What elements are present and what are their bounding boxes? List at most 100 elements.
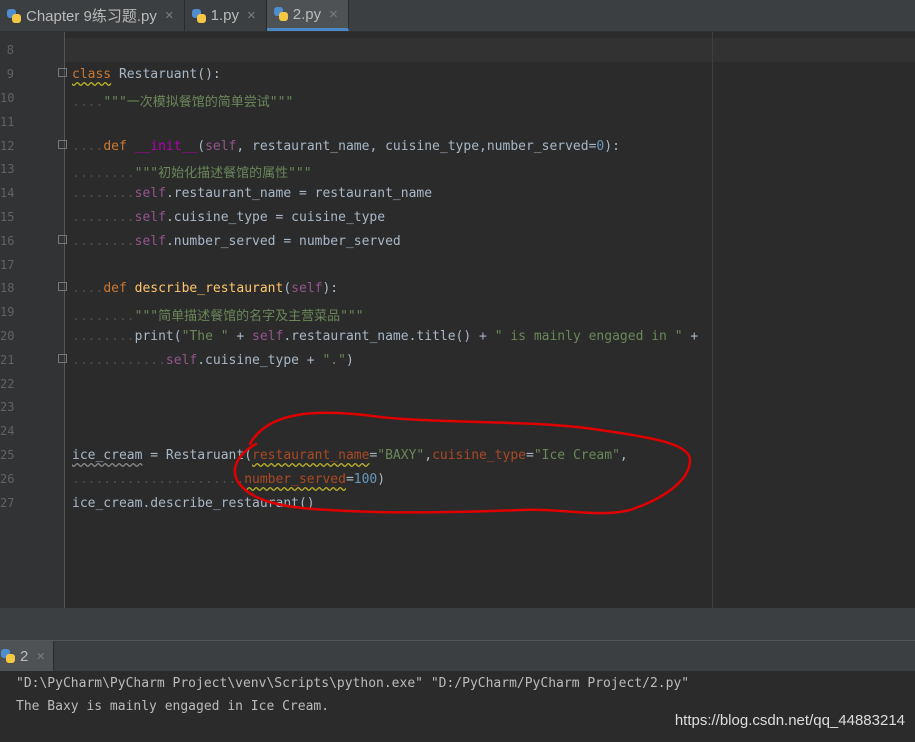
code-text: (	[197, 139, 206, 154]
class-name: Restaruant	[118, 67, 198, 82]
code-line-18: ....def describe_restaurant(self):	[72, 281, 339, 296]
code-text: ,	[619, 448, 628, 463]
line-number: 11	[0, 115, 15, 129]
keyword-argument: cuisine_type	[432, 448, 526, 463]
console-line: "D:\PyCharm\PyCharm Project\venv\Scripts…	[16, 676, 690, 691]
code-text: = Restaruant(	[142, 448, 253, 463]
fold-marker-icon[interactable]	[58, 140, 67, 149]
code-line-19: ........"""简单描述餐馆的名字及主营菜品"""	[72, 309, 364, 324]
python-file-icon	[6, 8, 22, 24]
line-number-gutter: 8 9 10 11 12 13 14 15 16 17 18 19 20 21 …	[0, 32, 65, 608]
close-icon[interactable]: ×	[247, 7, 256, 24]
line-number: 17	[0, 258, 15, 272]
run-console-output[interactable]: "D:\PyCharm\PyCharm Project\venv\Scripts…	[0, 671, 915, 742]
right-margin-guide	[712, 32, 713, 608]
code-text: =	[525, 448, 534, 463]
panel-divider	[0, 608, 915, 640]
function-name: __init__	[134, 139, 198, 154]
fold-marker-icon[interactable]	[58, 354, 67, 363]
code-line-21: ............self.cuisine_type + ".")	[72, 353, 354, 368]
tab-1py[interactable]: 1.py ×	[185, 0, 267, 31]
code-text: , restaurant_name, cuisine_type,number_s…	[236, 139, 597, 154]
line-number: 24	[0, 424, 15, 438]
code-line-20: ........print("The " + self.restaurant_n…	[72, 329, 699, 344]
string-literal: "BAXY"	[377, 448, 425, 463]
line-number: 26	[0, 472, 15, 486]
code-line-14: ........self.restaurant_name = restauran…	[72, 186, 433, 201]
function-name: describe_restaurant	[134, 281, 284, 296]
line-number: 16	[0, 234, 15, 248]
run-tab-label: 2	[20, 647, 29, 665]
keyword: class	[72, 67, 112, 82]
keyword: def	[103, 281, 127, 296]
fold-marker-icon[interactable]	[58, 68, 67, 77]
code-text: ,	[424, 448, 433, 463]
watermark-text: https://blog.csdn.net/qq_44883214	[674, 712, 905, 729]
code-text: )	[377, 472, 386, 487]
python-file-icon	[191, 8, 207, 24]
line-number: 21	[0, 353, 15, 367]
code-line-13: ........"""初始化描述餐馆的属性"""	[72, 166, 312, 181]
fold-marker-icon[interactable]	[58, 282, 67, 291]
variable-name: ice_cream	[72, 448, 143, 463]
string-literal: "."	[322, 353, 346, 368]
docstring: """简单描述餐馆的名字及主营菜品"""	[134, 309, 364, 324]
line-number: 9	[6, 67, 14, 81]
string-literal: "The "	[181, 329, 229, 344]
docstring: """一次模拟餐馆的简单尝试"""	[103, 95, 294, 110]
code-text: .restaurant_name = restaurant_name	[165, 186, 433, 201]
tab-label: 1.py	[210, 7, 240, 24]
line-number: 15	[0, 210, 15, 224]
line-number: 25	[0, 448, 15, 462]
line-number: 27	[0, 496, 15, 510]
tab-label: 2.py	[292, 5, 322, 23]
fold-marker-icon[interactable]	[58, 235, 67, 244]
code-text: .restaurant_name.title() +	[283, 329, 495, 344]
close-icon[interactable]: ×	[165, 7, 174, 24]
python-run-icon	[0, 648, 16, 664]
code-line-25: ice_cream = Restaruant(restaurant_name="…	[72, 448, 628, 463]
code-text: ice_cream.describe_restaurant()	[72, 496, 315, 511]
code-text: +	[682, 329, 699, 344]
code-line-12: ....def __init__(self, restaurant_name, …	[72, 139, 620, 154]
code-text: ):	[604, 139, 620, 154]
line-number: 18	[0, 281, 15, 295]
line-number: 10	[0, 91, 15, 105]
code-editor[interactable]: 8 9 10 11 12 13 14 15 16 17 18 19 20 21 …	[0, 32, 915, 608]
code-text: print(	[134, 329, 182, 344]
code-text: (	[283, 281, 292, 296]
close-icon[interactable]: ×	[329, 6, 338, 23]
self-keyword: self	[134, 234, 166, 249]
self-keyword: self	[165, 353, 198, 368]
string-literal: " is mainly engaged in "	[494, 329, 683, 344]
line-number: 19	[0, 305, 15, 319]
console-line: The Baxy is mainly engaged in Ice Cream.	[16, 699, 330, 714]
current-line-highlight	[65, 38, 915, 62]
code-line-16: ........self.number_served = number_serv…	[72, 234, 401, 249]
run-tab[interactable]: 2 ×	[0, 641, 55, 671]
editor-tab-bar: Chapter 9练习题.py × 1.py × 2.py ×	[0, 0, 915, 32]
code-text: +	[228, 329, 253, 344]
code-text: .cuisine_type = cuisine_type	[165, 210, 386, 225]
line-number: 12	[0, 139, 15, 153]
string-literal: "Ice Cream"	[533, 448, 620, 463]
code-text: =	[345, 472, 354, 487]
number-literal: 100	[353, 472, 378, 487]
tab-label: Chapter 9练习题.py	[26, 8, 157, 25]
self-keyword: self	[134, 186, 166, 201]
code-text: )	[345, 353, 354, 368]
self-keyword: self	[291, 281, 323, 296]
tab-2py[interactable]: 2.py ×	[266, 0, 349, 31]
code-line-10: ...."""一次模拟餐馆的简单尝试"""	[72, 95, 294, 110]
docstring: """初始化描述餐馆的属性"""	[134, 166, 312, 181]
tab-chapter9[interactable]: Chapter 9练习题.py ×	[0, 0, 185, 31]
line-number: 22	[0, 377, 15, 391]
self-keyword: self	[252, 329, 284, 344]
code-line-15: ........self.cuisine_type = cuisine_type	[72, 210, 386, 225]
line-number: 8	[6, 43, 14, 57]
self-keyword: self	[134, 210, 166, 225]
close-icon[interactable]: ×	[36, 648, 45, 665]
code-text: .number_served = number_served	[165, 234, 401, 249]
line-number: 23	[0, 400, 15, 414]
code-line-26: ......................number_served=100)	[72, 472, 386, 487]
